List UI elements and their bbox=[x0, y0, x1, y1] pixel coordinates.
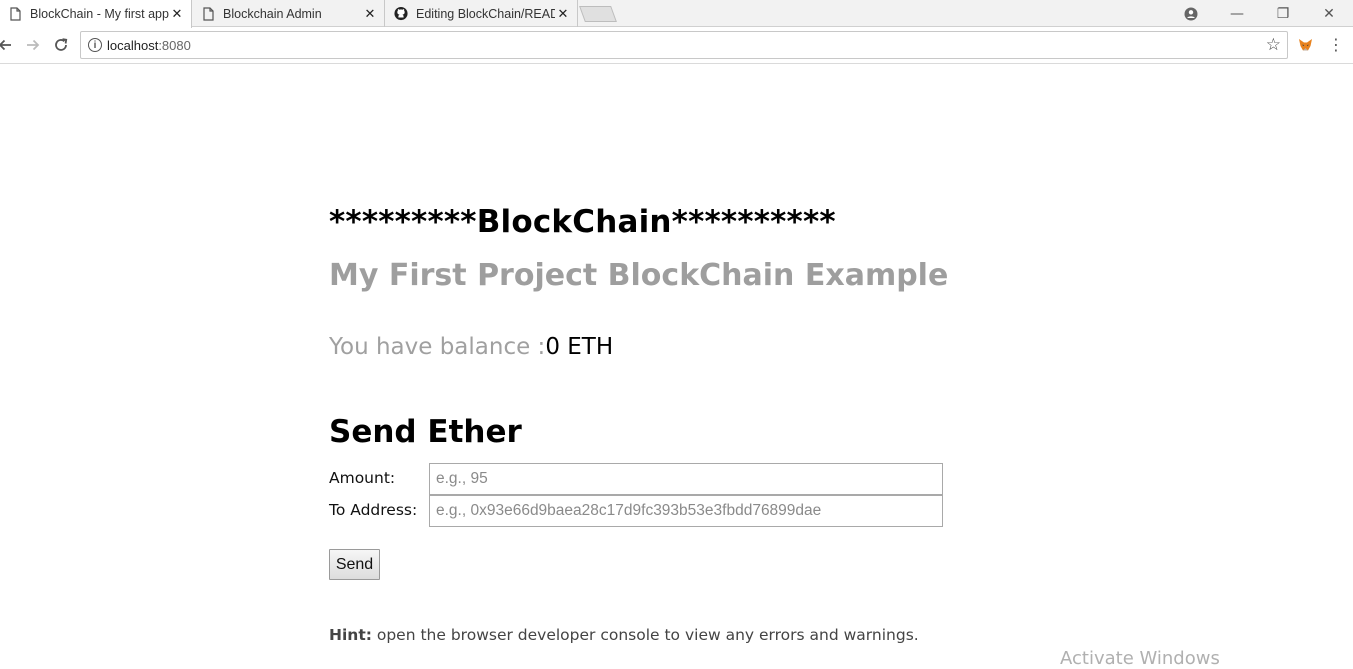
amount-label: Amount: bbox=[329, 469, 396, 487]
close-icon[interactable]: ✕ bbox=[362, 6, 378, 22]
to-address-label: To Address: bbox=[329, 501, 418, 519]
page-icon bbox=[8, 6, 22, 22]
tab-title: Editing BlockChain/READ bbox=[416, 6, 555, 21]
forward-icon[interactable] bbox=[22, 34, 44, 56]
close-icon[interactable]: ✕ bbox=[169, 6, 185, 22]
close-window-button[interactable]: ✕ bbox=[1306, 0, 1352, 27]
profile-icon[interactable] bbox=[1168, 0, 1214, 27]
hint-label: Hint: bbox=[329, 626, 372, 644]
info-icon[interactable]: i bbox=[88, 38, 102, 52]
to-address-input[interactable] bbox=[429, 495, 943, 527]
balance-value: 0 ETH bbox=[545, 334, 614, 360]
balance-display: You have balance :0 ETH bbox=[329, 334, 613, 360]
tab-blockchain-app[interactable]: BlockChain - My first app ✕ bbox=[0, 0, 192, 28]
bookmark-star-icon[interactable]: ☆ bbox=[1266, 35, 1281, 55]
metamask-fox-icon[interactable] bbox=[1297, 37, 1313, 53]
tab-title: BlockChain - My first app bbox=[30, 7, 169, 21]
page-icon bbox=[201, 6, 215, 22]
restore-button[interactable]: ❐ bbox=[1260, 0, 1306, 27]
browser-menu-icon[interactable]: ⋮ bbox=[1328, 36, 1344, 54]
github-icon bbox=[394, 6, 408, 22]
tab-github-editing[interactable]: Editing BlockChain/READ ✕ bbox=[386, 0, 578, 27]
hint-message: open the browser developer console to vi… bbox=[371, 626, 919, 644]
send-ether-heading: Send Ether bbox=[329, 414, 522, 450]
address-bar[interactable]: i localhost:8080 ☆ bbox=[80, 31, 1288, 59]
close-icon[interactable]: ✕ bbox=[555, 6, 571, 22]
page-title: *********BlockChain********** bbox=[329, 204, 836, 240]
browser-toolbar: i localhost:8080 ☆ bbox=[0, 28, 1353, 64]
tab-blockchain-admin[interactable]: Blockchain Admin ✕ bbox=[193, 0, 385, 27]
page-subtitle: My First Project BlockChain Example bbox=[329, 258, 949, 293]
back-icon[interactable] bbox=[0, 34, 16, 56]
send-button[interactable]: Send bbox=[329, 549, 380, 580]
hint-text: Hint: open the browser developer console… bbox=[329, 626, 919, 644]
tab-strip: BlockChain - My first app ✕ Blockchain A… bbox=[0, 0, 1353, 28]
minimize-button[interactable]: — bbox=[1214, 0, 1260, 27]
url-text: localhost:8080 bbox=[107, 38, 191, 53]
reload-icon[interactable] bbox=[50, 34, 72, 56]
tab-title: Blockchain Admin bbox=[223, 6, 322, 21]
balance-label: You have balance : bbox=[329, 334, 546, 360]
new-tab-button[interactable] bbox=[579, 6, 617, 22]
activate-windows-watermark: Activate Windows bbox=[1060, 648, 1220, 669]
amount-input[interactable] bbox=[429, 463, 943, 495]
